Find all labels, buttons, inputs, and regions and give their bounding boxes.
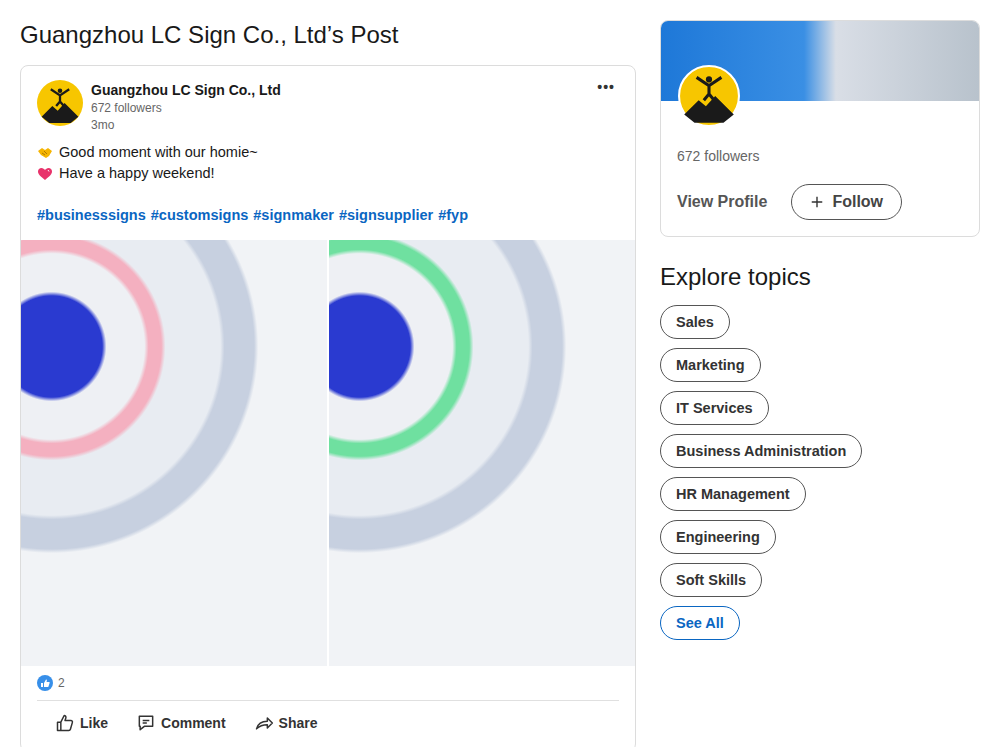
topic-pill[interactable]: Sales [660, 305, 730, 339]
hashtag[interactable]: #businesssigns [37, 205, 146, 226]
share-icon [254, 713, 274, 733]
thumbs-up-icon [55, 713, 75, 733]
author-name[interactable]: Guangzhou LC Sign Co., Ltd [91, 80, 593, 100]
main-column: Guangzhou LC Sign Co., Ltd’s Post Guangzh… [20, 20, 636, 747]
post-header: Guangzhou LC Sign Co., Ltd672 followers3… [21, 66, 635, 134]
post-text: Good moment with our homie~Have a happy … [21, 134, 635, 226]
comment-icon [136, 713, 156, 733]
topic-pill[interactable]: HR Management [660, 477, 806, 511]
post-card: Guangzhou LC Sign Co., Ltd672 followers3… [20, 65, 636, 747]
post-line: Have a happy weekend! [37, 163, 619, 184]
follow-button[interactable]: Follow [791, 184, 902, 220]
photo-grid [21, 240, 635, 666]
more-button[interactable]: ••• [593, 80, 619, 94]
divider [37, 700, 619, 701]
page-title: Guangzhou LC Sign Co., Ltd’s Post [20, 20, 636, 50]
sidebar: 672 followers View Profile Follow Explore t… [660, 20, 980, 747]
topic-list: Sales Marketing IT Services Business Admini… [660, 305, 980, 640]
author-followers: 672 followers [91, 100, 593, 117]
company-card: 672 followers View Profile Follow [660, 20, 980, 237]
action-bar: LikeCommentShare [21, 701, 635, 747]
reaction-count[interactable]: 2 [58, 676, 65, 690]
like-button[interactable]: Like [37, 705, 122, 741]
topic-pill[interactable]: IT Services [660, 391, 769, 425]
topic-pill[interactable]: Soft Skills [660, 563, 762, 597]
page: Guangzhou LC Sign Co., Ltd’s Post Guangzh… [0, 0, 996, 747]
post-time: 3mo [91, 117, 593, 134]
heart-icon [37, 166, 53, 182]
share-button[interactable]: Share [240, 705, 332, 741]
topic-pill[interactable]: Engineering [660, 520, 776, 554]
photo[interactable] [329, 240, 635, 666]
plus-icon [810, 195, 824, 209]
company-logo-icon[interactable] [678, 65, 740, 127]
profile-actions: View Profile Follow [661, 166, 979, 220]
reactions-row: 2 [21, 666, 635, 700]
topics-title: Explore topics [660, 263, 980, 291]
hashtag[interactable]: #signmaker [253, 205, 334, 226]
comment-button[interactable]: Comment [122, 705, 240, 741]
topic-pill[interactable]: Business Administration [660, 434, 862, 468]
company-followers: 672 followers [661, 127, 979, 166]
photo[interactable] [21, 240, 327, 666]
hashtag-list: #businesssigns#customsigns#signmaker#sig… [37, 205, 619, 226]
hashtag[interactable]: #signsupplier [339, 205, 433, 226]
hashtag[interactable]: #customsigns [151, 205, 249, 226]
company-logo-icon[interactable] [37, 80, 83, 126]
like-reaction-icon [37, 675, 53, 691]
see-all-button[interactable]: See All [660, 606, 740, 640]
post-line: Good moment with our homie~ [37, 142, 619, 163]
handshake-icon [37, 145, 53, 161]
view-profile-button[interactable]: View Profile [677, 193, 767, 211]
hashtag[interactable]: #fyp [438, 205, 468, 226]
author-info: Guangzhou LC Sign Co., Ltd672 followers3… [91, 80, 593, 134]
topic-pill[interactable]: Marketing [660, 348, 761, 382]
